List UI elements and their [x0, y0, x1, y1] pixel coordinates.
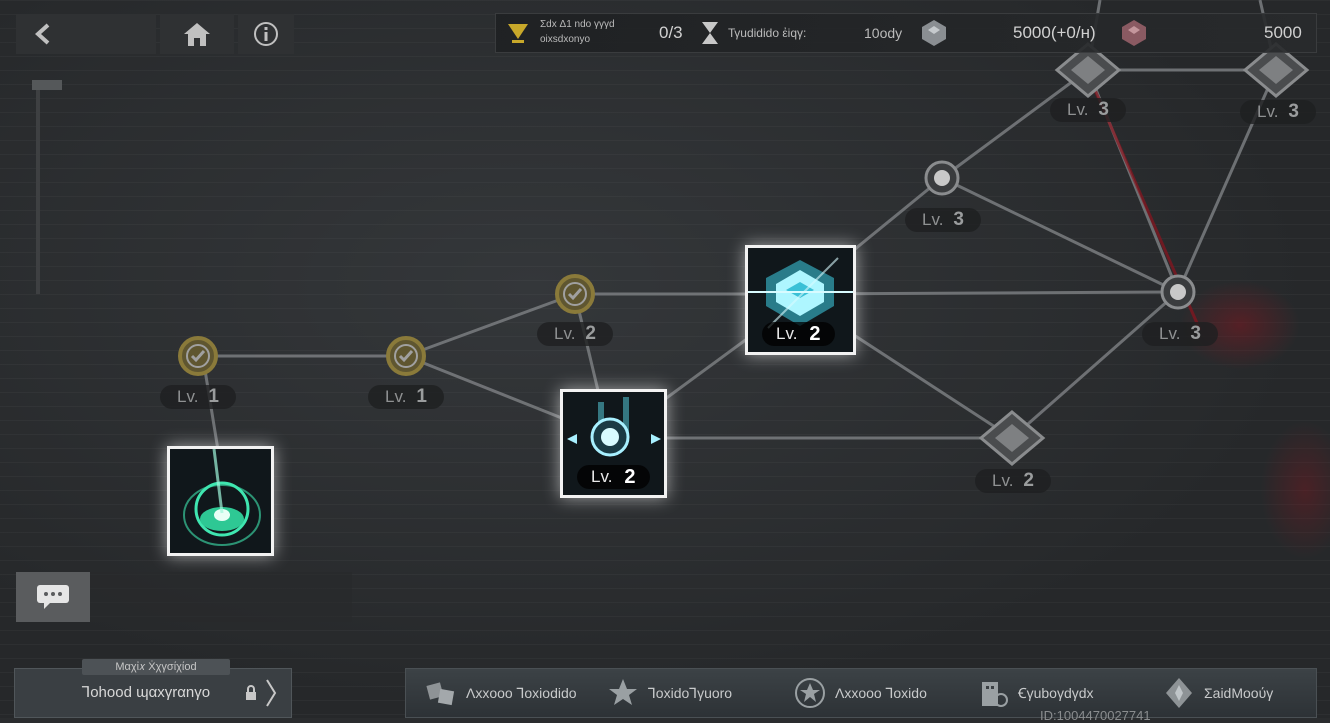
- level-number: 3: [1288, 101, 1299, 122]
- tab-5[interactable]: ΣaidΜooύγ: [1162, 669, 1273, 717]
- node-level-label: Lv. 1: [160, 385, 236, 409]
- chat-panel: [90, 572, 352, 622]
- level-prefix: Lv.: [591, 467, 613, 486]
- resource-bar: Σdx Δ1 ndo γγγd oixsdxonyo 0/3 Τγudidido…: [495, 13, 1317, 53]
- level-prefix: Lv.: [922, 210, 944, 229]
- chat-icon: [37, 585, 69, 609]
- skill-node-card[interactable]: Lv. 2: [745, 245, 856, 355]
- level-number: 1: [208, 386, 219, 407]
- node-level-label: Lv. 2: [537, 322, 613, 346]
- card-level-badge: Lv. 2: [577, 465, 650, 489]
- tab-label: ΣaidΜooύγ: [1204, 685, 1274, 701]
- node-level-label: Lv. 3: [1050, 98, 1126, 122]
- node-level-label: Lv. 3: [1142, 322, 1218, 346]
- level-prefix: Lv.: [554, 324, 576, 343]
- node-level-label: Lv. 3: [905, 208, 981, 232]
- quest-sublabel: oixsdxonyo: [540, 34, 591, 45]
- level-number: 3: [1190, 323, 1201, 344]
- tab-1[interactable]: Λxxooo Ꞁoxiodido: [424, 669, 577, 717]
- trophy-icon: [508, 24, 528, 43]
- level-prefix: Lv.: [992, 471, 1014, 490]
- star-badge-icon: [609, 679, 637, 705]
- player-id: ID:1004470027741: [1040, 708, 1151, 723]
- check-node-icon[interactable]: [176, 334, 220, 378]
- level-number: 2: [585, 323, 596, 344]
- chevron-right-icon: [266, 679, 277, 707]
- node-level-label: Lv. 3: [1240, 100, 1316, 124]
- ring-node-icon[interactable]: [1158, 272, 1198, 312]
- gem-icon: [1122, 20, 1146, 46]
- diamond-node-icon[interactable]: [977, 410, 1047, 466]
- lock-icon: [246, 685, 256, 700]
- info-icon: [254, 22, 278, 46]
- portal-icon: [183, 449, 261, 546]
- chat-button[interactable]: [16, 572, 90, 622]
- level-number: 2: [809, 322, 821, 345]
- level-number: 3: [1098, 99, 1109, 120]
- level-prefix: Lv.: [1257, 102, 1279, 121]
- quest-label: Σdx Δ1 ndo γγγd: [540, 19, 615, 30]
- time-value: 10ody: [864, 25, 903, 41]
- check-node-icon[interactable]: [384, 334, 428, 378]
- ore-icon: [922, 20, 946, 46]
- tab-label: Λxxooo Ꞁoxido: [835, 684, 927, 701]
- skill-node-card[interactable]: Lv. 2: [560, 389, 667, 498]
- tab-label: Ꞓγuboγdγdx: [1018, 684, 1094, 701]
- level-prefix: Lv.: [385, 387, 407, 406]
- ring-node-icon[interactable]: [922, 158, 962, 198]
- check-node-icon[interactable]: [553, 272, 597, 316]
- node-level-label: Lv. 1: [368, 385, 444, 409]
- building-icon: [982, 682, 1008, 707]
- zoom-slider-handle[interactable]: [32, 80, 62, 90]
- card-level-badge: Lv. 2: [762, 322, 835, 346]
- level-number: 2: [624, 465, 636, 488]
- currency1-value: 5000(+0/н): [1013, 23, 1096, 42]
- home-button[interactable]: [160, 14, 234, 54]
- level-number: 2: [1023, 470, 1034, 491]
- bottom-tab-bar: Λxxooo Ꞁoxiodido ꞀoxidoꞀγuoro Λxxooo Ꞁox…: [405, 668, 1317, 718]
- level-number: 1: [416, 386, 427, 407]
- currency2-value: 5000: [1264, 23, 1302, 42]
- level-number: 3: [953, 209, 964, 230]
- zoom-slider-track[interactable]: [36, 84, 40, 294]
- hourglass-icon: [702, 22, 718, 44]
- start-node-card[interactable]: [167, 446, 274, 556]
- node-level-label: Lv. 2: [975, 469, 1051, 493]
- special-mode-tag: Μαχἰ𝑥 Ẋχγσίχίοd: [82, 659, 230, 675]
- level-prefix: Lv.: [177, 387, 199, 406]
- time-label: Τγudidido ἐiqγ:: [728, 26, 807, 40]
- info-button[interactable]: [238, 14, 294, 54]
- level-prefix: Lv.: [776, 324, 798, 343]
- home-icon: [184, 23, 210, 46]
- level-prefix: Lv.: [1067, 100, 1089, 119]
- back-button[interactable]: [16, 14, 156, 54]
- level-prefix: Lv.: [1159, 324, 1181, 343]
- dice-icon: [426, 682, 455, 706]
- special-mode-button[interactable]: Ꞁohood ɰαxγrαnγo: [14, 668, 292, 718]
- star-circle-icon: [795, 678, 825, 708]
- special-mode-label: Ꞁohood ɰαxγrαnγo: [81, 684, 211, 701]
- back-arrow-icon: [35, 23, 50, 45]
- tab-label: Λxxooo Ꞁoxiodido: [466, 684, 577, 701]
- crest-icon: [1166, 678, 1192, 708]
- tab-label: ꞀoxidoꞀγuoro: [648, 684, 733, 701]
- quest-progress: 0/3: [659, 23, 683, 42]
- tab-2[interactable]: ꞀoxidoꞀγuoro: [606, 669, 732, 717]
- tab-3[interactable]: Λxxooo Ꞁoxido: [793, 669, 927, 717]
